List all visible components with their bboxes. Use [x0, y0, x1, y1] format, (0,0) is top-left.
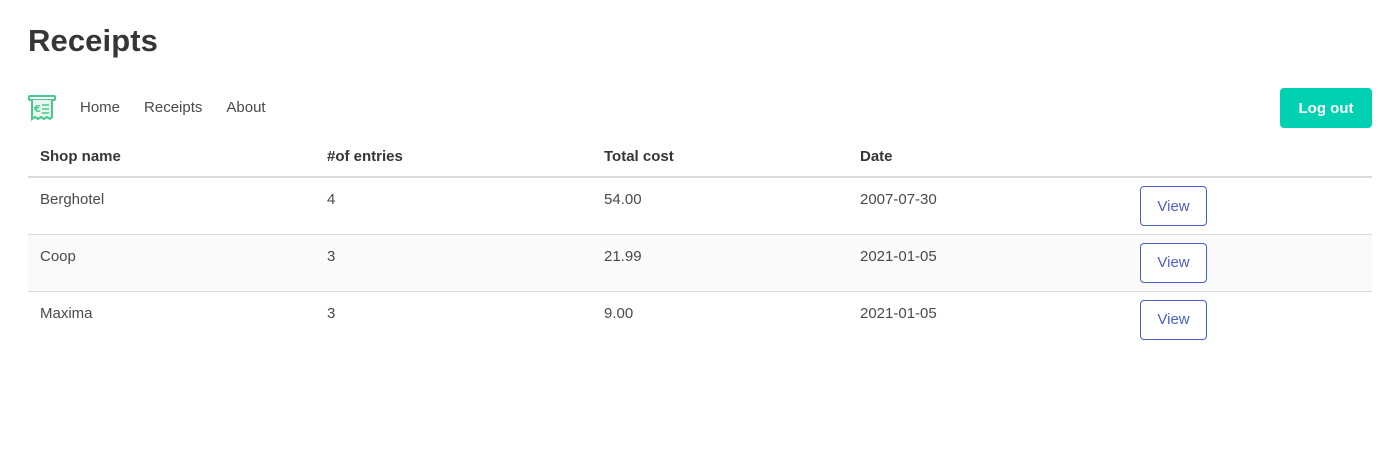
cell-shop: Maxima	[40, 304, 93, 322]
view-button[interactable]: View	[1140, 299, 1207, 340]
cell-cost: 54.00	[592, 177, 848, 235]
cell-cost: 9.00	[604, 304, 634, 322]
header-actions	[1128, 137, 1372, 178]
receipts-table: Shop name #of entries Total cost Date Be…	[28, 137, 1372, 348]
receipt-euro-icon[interactable]: €	[28, 94, 56, 122]
nav-receipts[interactable]: Receipts	[144, 98, 202, 118]
cell-action: View	[1128, 291, 1372, 348]
cell-entries: 3	[327, 304, 336, 322]
nav-home[interactable]: Home	[80, 98, 120, 118]
cell-date: 2021-01-05	[848, 234, 1128, 292]
header-total-cost[interactable]: Total cost	[592, 137, 848, 178]
table-row: Coop 3 21.99 2021-01-05 View	[28, 234, 1372, 292]
page: Receipts € Home Receipts About Log out S…	[0, 0, 1397, 458]
nav-about[interactable]: About	[226, 98, 265, 118]
header-shop-name[interactable]: Shop name	[28, 137, 315, 178]
header-entries[interactable]: #of entries	[315, 137, 592, 178]
view-button[interactable]: View	[1140, 242, 1207, 283]
table-row: Maxima 3 9.00 2021-01-05 View	[28, 291, 1372, 348]
cell-entries: 3	[315, 234, 592, 292]
view-button[interactable]: View	[1140, 186, 1207, 226]
cell-date: 2007-07-30	[848, 177, 1128, 235]
cell-action: View	[1128, 177, 1372, 235]
page-title: Receipts	[28, 23, 159, 58]
cell-entries: 4	[315, 177, 592, 235]
navbar: € Home Receipts About Log out	[28, 88, 1372, 128]
cell-action: View	[1128, 234, 1372, 292]
table-header-row: Shop name #of entries Total cost Date	[28, 137, 1372, 178]
cell-shop: Coop	[28, 234, 315, 292]
cell-date: 2021-01-05	[860, 304, 937, 322]
cell-shop: Berghotel	[28, 177, 315, 235]
svg-text:€: €	[33, 104, 41, 115]
logout-button[interactable]: Log out	[1280, 88, 1372, 128]
table-row: Berghotel 4 54.00 2007-07-30 View	[28, 177, 1372, 235]
header-date[interactable]: Date	[848, 137, 1128, 178]
cell-cost: 21.99	[592, 234, 848, 292]
